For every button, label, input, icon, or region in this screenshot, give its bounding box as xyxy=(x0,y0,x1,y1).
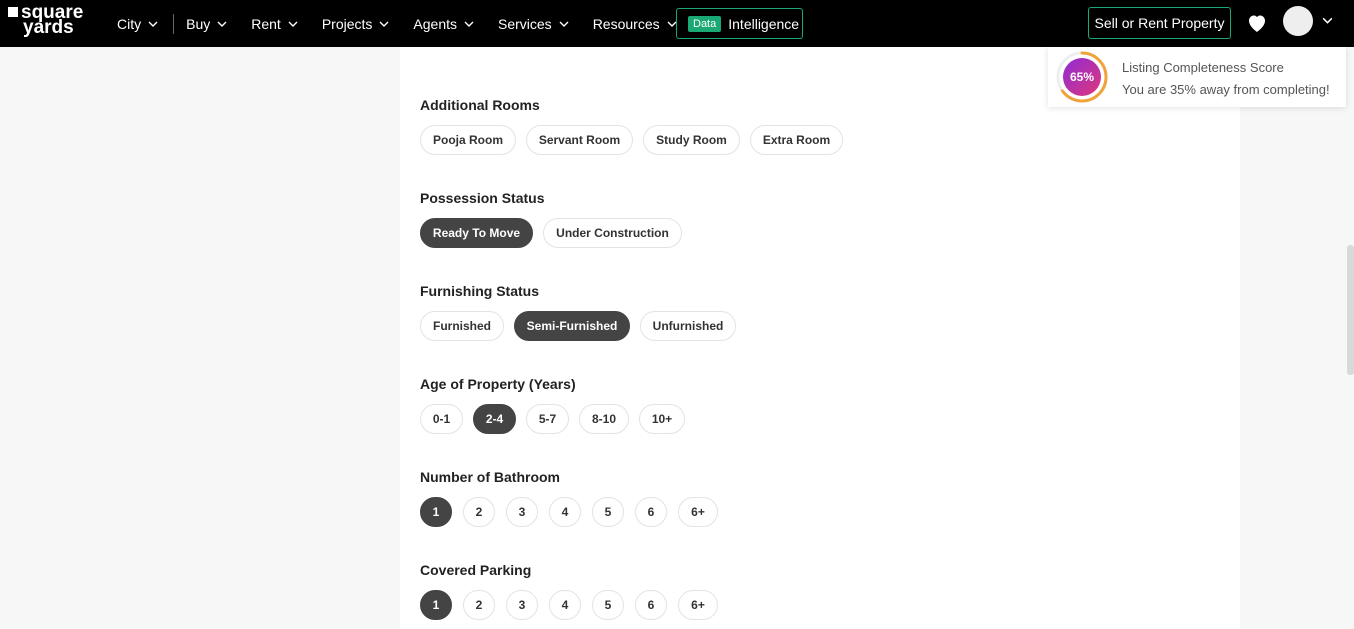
possession-status-section: Possession Status Ready To Move Under Co… xyxy=(420,189,692,248)
chip-bathroom-6[interactable]: 6 xyxy=(635,497,667,527)
square-yards-logo[interactable]: square yards xyxy=(8,3,93,41)
chip-bathroom-2[interactable]: 2 xyxy=(463,497,495,527)
chip-under-construction[interactable]: Under Construction xyxy=(543,218,682,248)
number-of-bathroom-section: Number of Bathroom 1 2 3 4 5 6 6+ xyxy=(420,468,729,527)
data-badge: Data xyxy=(688,15,722,32)
chip-extra-room[interactable]: Extra Room xyxy=(750,125,843,155)
chip-servant-room[interactable]: Servant Room xyxy=(526,125,633,155)
chip-study-room[interactable]: Study Room xyxy=(643,125,740,155)
listing-completeness-popup: 65% Listing Completeness Score You are 3… xyxy=(1048,47,1346,107)
chip-bathroom-6-plus[interactable]: 6+ xyxy=(678,497,718,527)
nav-divider xyxy=(173,13,175,34)
chip-age-5-7[interactable]: 5-7 xyxy=(526,404,569,434)
nav-projects-label: Projects xyxy=(321,15,373,32)
chevron-down-icon[interactable] xyxy=(1321,14,1334,27)
chip-parking-5[interactable]: 5 xyxy=(592,590,624,620)
nav-rent[interactable]: Rent xyxy=(251,0,299,47)
chip-ready-to-move[interactable]: Ready To Move xyxy=(420,218,533,248)
section-title: Age of Property (Years) xyxy=(420,376,576,392)
section-title: Furnishing Status xyxy=(420,283,539,299)
age-chips: 0-1 2-4 5-7 8-10 10+ xyxy=(420,404,695,434)
completeness-title: Listing Completeness Score xyxy=(1122,60,1284,75)
nav-projects[interactable]: Projects xyxy=(322,0,391,47)
sell-or-rent-button[interactable]: Sell or Rent Property xyxy=(1088,7,1231,39)
bathroom-chips: 1 2 3 4 5 6 6+ xyxy=(420,497,729,527)
nav-services-label: Services xyxy=(498,15,552,32)
chip-parking-1[interactable]: 1 xyxy=(420,590,452,620)
chip-parking-6[interactable]: 6 xyxy=(635,590,667,620)
section-title: Additional Rooms xyxy=(420,97,540,113)
nav-resources[interactable]: Resources xyxy=(593,0,678,47)
covered-parking-section: Covered Parking 1 2 3 4 5 6 6+ xyxy=(420,561,729,620)
section-title: Covered Parking xyxy=(420,562,532,578)
age-of-property-section: Age of Property (Years) 0-1 2-4 5-7 8-10… xyxy=(420,375,695,434)
user-avatar[interactable] xyxy=(1283,6,1313,36)
heart-icon[interactable] xyxy=(1245,11,1269,35)
furnishing-chips: Furnished Semi-Furnished Unfurnished xyxy=(420,311,746,341)
nav-city-label: City xyxy=(117,15,142,32)
chip-parking-3[interactable]: 3 xyxy=(506,590,538,620)
chevron-down-icon xyxy=(288,21,298,27)
chip-parking-2[interactable]: 2 xyxy=(463,590,495,620)
section-title: Number of Bathroom xyxy=(420,469,560,485)
chip-age-8-10[interactable]: 8-10 xyxy=(579,404,629,434)
intelligence-label: Intelligence xyxy=(728,15,800,32)
main-nav: City Buy Rent Projects Agents Services R… xyxy=(117,0,678,47)
chip-bathroom-4[interactable]: 4 xyxy=(549,497,581,527)
chip-parking-4[interactable]: 4 xyxy=(549,590,581,620)
nav-services[interactable]: Services xyxy=(498,0,570,47)
chevron-down-icon xyxy=(464,21,474,27)
chip-bathroom-5[interactable]: 5 xyxy=(592,497,624,527)
chip-bathroom-3[interactable]: 3 xyxy=(506,497,538,527)
chip-furnished[interactable]: Furnished xyxy=(420,311,504,341)
nav-agents-label: Agents xyxy=(413,15,457,32)
top-navbar: square yards City Buy Rent Projects Agen… xyxy=(0,0,1354,47)
chip-semi-furnished[interactable]: Semi-Furnished xyxy=(514,311,630,341)
chevron-down-icon xyxy=(148,21,158,27)
nav-rent-label: Rent xyxy=(251,15,281,32)
additional-rooms-chips: Pooja Room Servant Room Study Room Extra… xyxy=(420,125,853,155)
nav-buy-label: Buy xyxy=(186,15,211,32)
completeness-percent: 65% xyxy=(1069,70,1095,84)
possession-chips: Ready To Move Under Construction xyxy=(420,218,692,248)
nav-buy[interactable]: Buy xyxy=(186,0,228,47)
chip-pooja-room[interactable]: Pooja Room xyxy=(420,125,516,155)
completeness-subtitle: You are 35% away from completing! xyxy=(1122,82,1330,97)
nav-city[interactable]: City xyxy=(117,0,159,47)
property-details-card: Additional Rooms Pooja Room Servant Room… xyxy=(400,47,1240,629)
furnishing-status-section: Furnishing Status Furnished Semi-Furnish… xyxy=(420,282,746,341)
chip-age-0-1[interactable]: 0-1 xyxy=(420,404,463,434)
nav-agents[interactable]: Agents xyxy=(413,0,475,47)
chevron-down-icon xyxy=(379,21,389,27)
chip-bathroom-1[interactable]: 1 xyxy=(420,497,452,527)
data-intelligence-button[interactable]: Data Intelligence xyxy=(676,8,803,39)
chip-parking-6-plus[interactable]: 6+ xyxy=(678,590,718,620)
chip-age-10-plus[interactable]: 10+ xyxy=(639,404,685,434)
chip-unfurnished[interactable]: Unfurnished xyxy=(640,311,736,341)
section-title: Possession Status xyxy=(420,190,545,206)
parking-chips: 1 2 3 4 5 6 6+ xyxy=(420,590,729,620)
chip-age-2-4[interactable]: 2-4 xyxy=(473,404,516,434)
chevron-down-icon xyxy=(217,21,227,27)
chevron-down-icon xyxy=(559,21,569,27)
additional-rooms-section: Additional Rooms Pooja Room Servant Room… xyxy=(420,96,853,155)
page-scrollbar[interactable] xyxy=(1347,245,1354,375)
logo-square-icon xyxy=(8,7,18,17)
nav-resources-label: Resources xyxy=(592,15,660,32)
